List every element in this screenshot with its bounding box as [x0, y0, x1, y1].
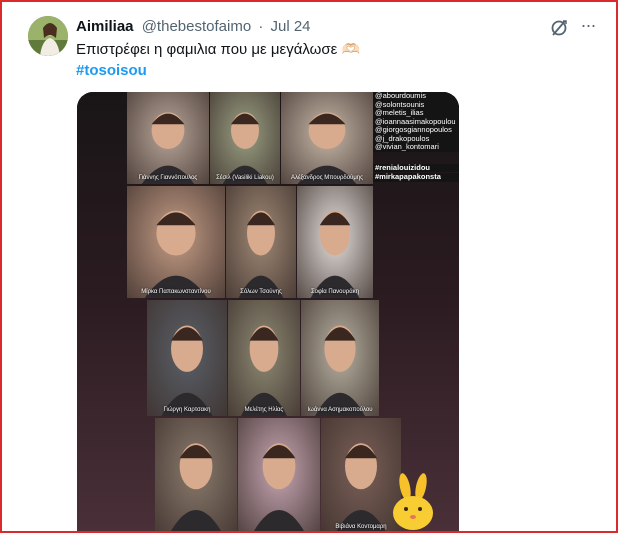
- mention-list: @abourdoumis @solontsounis @meletis_ilia…: [373, 92, 459, 182]
- participant-tile: Σοφία Πανουράκη: [297, 186, 373, 298]
- participant-name: Μελέτης Ηλίας: [244, 407, 284, 413]
- participant-face: [169, 443, 223, 533]
- participant-tile: [155, 418, 237, 533]
- mention: @giorgosgiannopoulos: [373, 126, 459, 135]
- tweet[interactable]: Aimiliaa @thebestofaimo · Jul 24 ··· Επι…: [0, 0, 618, 533]
- participant-tile: Γιάννης Γιαννόπουλος: [127, 92, 209, 184]
- participant-name: Σόλων Τσούνης: [240, 289, 282, 295]
- mention: @vivian_kontomari: [373, 143, 459, 152]
- participant-name: Μίρκα Παπακωνσταντίνου: [141, 289, 211, 295]
- user-handle[interactable]: @thebestofaimo: [142, 18, 251, 35]
- participant-tile: Σόλων Τσούνης: [226, 186, 296, 298]
- mention: @j_drakopoulos: [373, 134, 459, 143]
- participant-tile: Ιωάννα Ασημακοπούλου: [301, 300, 379, 416]
- participant-face: [238, 210, 284, 298]
- participant-tile: Μίρκα Παπακωνσταντίνου: [127, 186, 225, 298]
- participant-face: [297, 112, 357, 184]
- display-name[interactable]: Aimiliaa: [76, 18, 134, 35]
- participant-tile: [238, 418, 320, 533]
- bunny-sticker-icon: [393, 473, 433, 530]
- more-options-button[interactable]: ···: [577, 16, 599, 38]
- participant-tile: Σέσιλ (Vasiliki Liakou): [210, 92, 280, 184]
- mention: @abourdoumis: [373, 92, 459, 101]
- participant-tile: Γιώργη Καρτσακη: [147, 300, 227, 416]
- participant-name: Γιώργη Καρτσακη: [163, 407, 211, 413]
- media-hashtag: #mirkapapakonsta: [373, 173, 459, 182]
- mention: @solontsounis: [373, 100, 459, 109]
- media-hashtag: #renialouizidou: [373, 163, 459, 172]
- participant-face: [310, 210, 360, 298]
- participant-name: Αλέξανδρος Μπουρδούμης: [290, 175, 364, 181]
- media-image[interactable]: Γιάννης Γιαννόπουλος Σέσιλ (Vasiliki Lia…: [77, 92, 459, 533]
- participant-face: [315, 325, 365, 416]
- participant-name: Σέσιλ (Vasiliki Liakou): [216, 175, 274, 181]
- participant-face: [141, 112, 195, 184]
- participant-face: [252, 443, 306, 533]
- participant-face: [161, 325, 213, 416]
- participant-name: Γιάννης Γιαννόπουλος: [138, 175, 198, 181]
- tweet-date[interactable]: Jul 24: [271, 18, 311, 35]
- tweet-header: Aimiliaa @thebestofaimo · Jul 24: [76, 17, 311, 37]
- grok-icon[interactable]: [549, 18, 569, 38]
- participant-tile: Αλέξανδρος Μπουρδούμης: [281, 92, 373, 184]
- participant-face: [144, 210, 208, 298]
- participant-name: Ιωάννα Ασημακοπούλου: [307, 407, 373, 413]
- participant-name: Σοφία Πανουράκη: [310, 289, 360, 295]
- separator: ·: [258, 18, 264, 35]
- participant-tile: Μελέτης Ηλίας: [228, 300, 300, 416]
- participant-face: [222, 112, 268, 184]
- mention: @ioannaasimakopoulou: [373, 117, 459, 126]
- avatar[interactable]: [28, 16, 68, 56]
- participant-face: [240, 325, 288, 416]
- hashtag-link[interactable]: #tosoisou: [76, 61, 147, 81]
- mention: @meletis_ilias: [373, 109, 459, 118]
- tweet-text: Επιστρέφει η φαμιλια που με μεγάλωσε 🫶🏻: [76, 41, 361, 58]
